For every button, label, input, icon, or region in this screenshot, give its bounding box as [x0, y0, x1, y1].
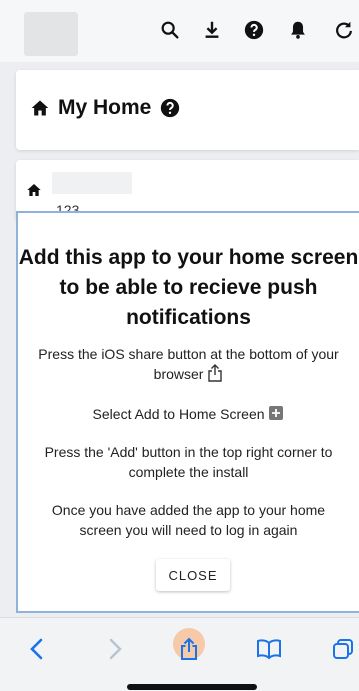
share-icon [207, 364, 223, 387]
page-title-text: My Home [58, 96, 152, 119]
bookmarks-icon[interactable] [252, 632, 286, 666]
install-instructions-dialog: Add this app to your home screen to be a… [16, 211, 359, 613]
add-box-icon [268, 405, 284, 426]
bell-icon[interactable] [286, 18, 310, 42]
instruction-add-text: Select Add to Home Screen [92, 406, 265, 422]
home-name-blurred [52, 172, 132, 194]
tabs-icon[interactable] [326, 632, 359, 666]
instruction-share-text: Press the iOS share button at the bottom… [38, 346, 339, 383]
back-icon[interactable] [20, 632, 54, 666]
instruction-confirm: Press the 'Add' button in the top right … [44, 444, 333, 480]
home-indicator [127, 684, 257, 690]
forward-icon[interactable] [98, 632, 132, 666]
help-icon[interactable] [242, 18, 266, 42]
home-icon [30, 98, 50, 118]
close-button[interactable]: CLOSE [156, 559, 230, 591]
share-icon[interactable] [172, 632, 206, 666]
page-title: My Home [30, 96, 181, 120]
app-bar [0, 0, 359, 62]
home-icon [26, 182, 42, 198]
browser-toolbar [0, 617, 359, 691]
instruction-share: Press the iOS share button at the bottom… [32, 344, 345, 387]
app-logo[interactable] [24, 12, 78, 56]
help-icon[interactable] [159, 97, 181, 119]
instruction-login: Once you have added the app to your home… [51, 502, 326, 538]
download-icon[interactable] [200, 18, 224, 42]
refresh-icon[interactable] [332, 18, 356, 42]
my-home-card: My Home [16, 70, 359, 150]
dialog-heading: Add this app to your home screen to be a… [18, 246, 359, 329]
search-icon[interactable] [158, 18, 182, 42]
instruction-add: Select Add to Home Screen [32, 404, 345, 426]
